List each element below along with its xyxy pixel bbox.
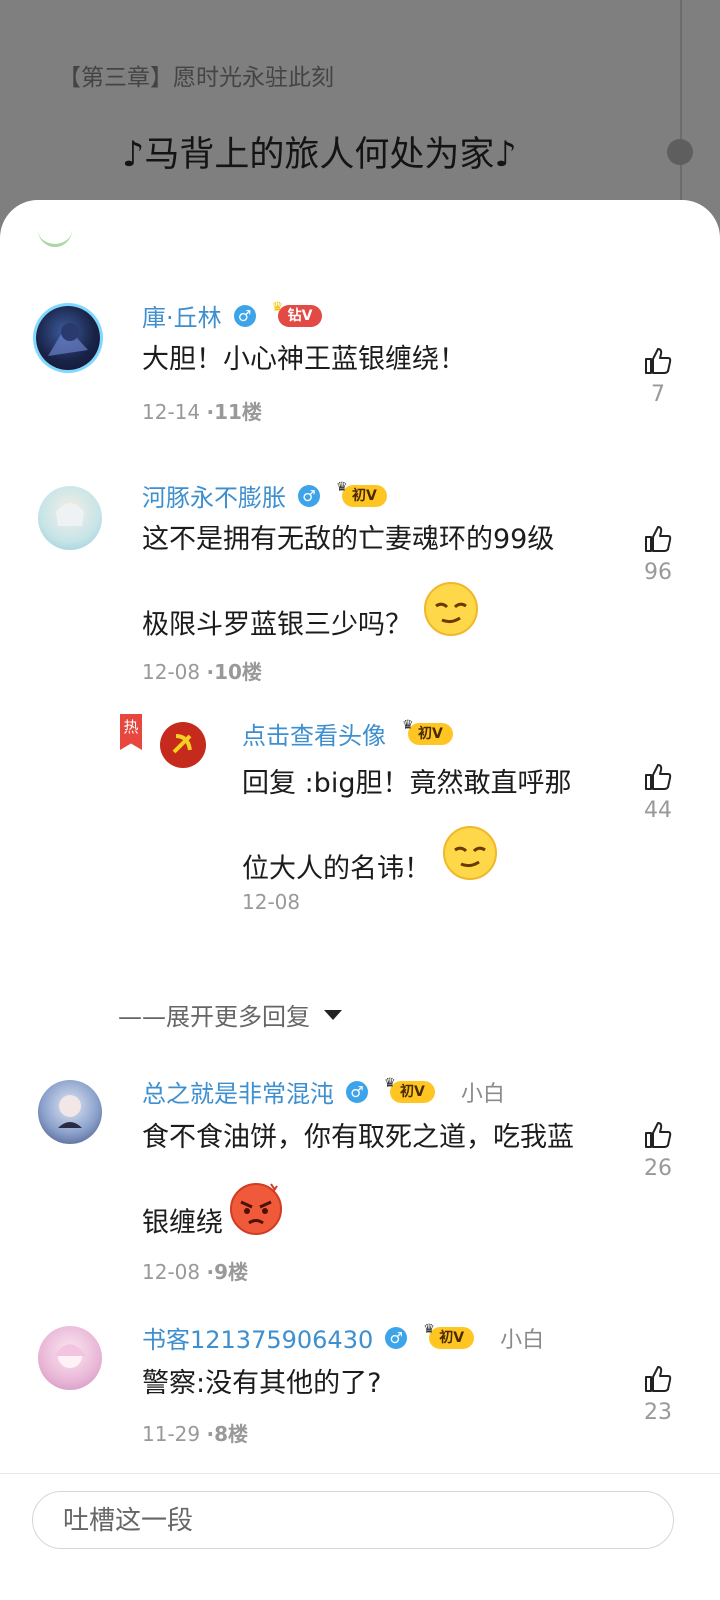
like-button[interactable]: 23 xyxy=(628,1364,688,1425)
comment-meta: 12-08 ·9楼 xyxy=(142,1260,248,1284)
avatar[interactable] xyxy=(38,1080,102,1144)
like-button[interactable]: 96 xyxy=(628,524,688,585)
like-count: 23 xyxy=(644,1400,672,1425)
divider xyxy=(0,1473,720,1474)
reader-scroll-thumb[interactable] xyxy=(667,139,693,165)
chapter-title: 【第三章】愿时光永驻此刻 xyxy=(58,65,334,91)
reply-text-line: 回复 :big胆！竟然敢直呼那 xyxy=(242,768,572,799)
male-icon: ♂ xyxy=(385,1326,408,1349)
comment-meta: 12-08 ·10楼 xyxy=(142,660,262,684)
comment-text: 大胆！小心神王蓝银缠绕！ xyxy=(142,344,466,375)
crown-icon: ♛ xyxy=(402,717,414,733)
like-count: 96 xyxy=(644,560,672,585)
crown-icon: ♛ xyxy=(384,1075,396,1091)
expand-more-replies-button[interactable]: ——展开更多回复 xyxy=(118,997,342,1032)
like-count: 26 xyxy=(644,1156,672,1181)
smug-emoji-icon xyxy=(422,580,480,672)
thumbs-up-icon xyxy=(645,348,672,374)
avatar[interactable] xyxy=(160,722,206,768)
thumbs-up-icon xyxy=(645,1122,672,1148)
avatar[interactable] xyxy=(38,1326,102,1390)
like-count: 7 xyxy=(651,382,665,407)
caret-down-icon xyxy=(324,1009,342,1020)
like-button[interactable]: 26 xyxy=(628,1120,688,1181)
like-button[interactable]: 7 xyxy=(628,346,688,407)
like-button[interactable]: 44 xyxy=(628,762,688,823)
crown-icon: ♛ xyxy=(336,479,348,495)
comment-text: 警察:没有其他的了? xyxy=(142,1368,382,1399)
song-title: ♪马背上的旅人何处为家♪ xyxy=(122,135,517,175)
vip-badge: ♛ 初V xyxy=(423,1322,475,1349)
comment-text-line: 食不食油饼，你有取死之道，吃我蓝 xyxy=(142,1122,574,1153)
thumbs-up-icon xyxy=(645,526,672,552)
crown-icon: ♛ xyxy=(271,299,284,315)
expand-more-label: ——展开更多回复 xyxy=(118,1003,310,1031)
avatar[interactable] xyxy=(36,306,100,370)
like-count: 44 xyxy=(644,798,672,823)
comment-input[interactable] xyxy=(33,1492,705,1550)
reader-scrollbar xyxy=(680,0,682,210)
comment-input-box[interactable] xyxy=(32,1491,705,1550)
smug-emoji-icon xyxy=(441,824,499,916)
crown-icon: ♛ xyxy=(423,1321,435,1337)
comment-text-line: 这不是拥有无敌的亡妻魂环的99级 xyxy=(142,524,555,555)
thumbs-up-icon xyxy=(645,764,672,790)
reply-meta: 12-08 xyxy=(242,890,301,914)
thumbs-up-icon xyxy=(645,1366,672,1392)
user-title-tag: 小白 xyxy=(500,1327,545,1353)
comment-meta: 12-14 ·11楼 xyxy=(142,400,262,424)
comment-meta: 11-29 ·8楼 xyxy=(142,1422,248,1446)
avatar[interactable] xyxy=(38,486,102,550)
